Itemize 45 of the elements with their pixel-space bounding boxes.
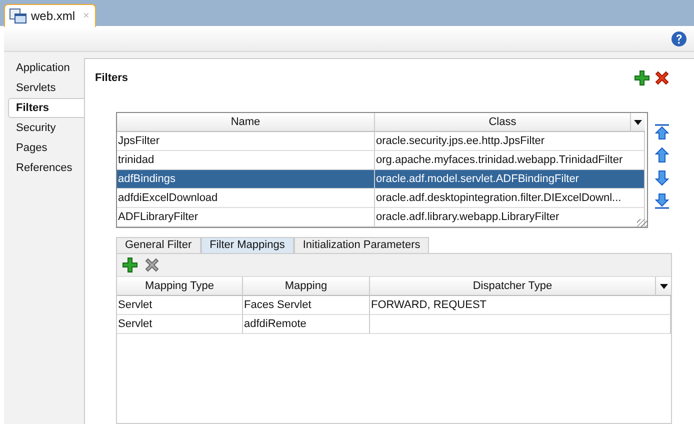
dropdown-icon[interactable] — [633, 118, 643, 126]
tab[interactable]: General Filter — [116, 237, 201, 253]
table-cell[interactable]: oracle.adf.library.webapp.LibraryFilter — [375, 208, 645, 227]
sidebar-item[interactable]: Pages — [4, 138, 84, 158]
sidebar-item[interactable]: Servlets — [4, 78, 84, 98]
table-cell[interactable]: oracle.adf.model.servlet.ADFBindingFilter — [375, 170, 645, 189]
column-menu-button[interactable] — [631, 113, 645, 132]
move-down-icon[interactable] — [654, 170, 670, 186]
column-header[interactable]: Dispatcher Type — [370, 277, 656, 296]
table-cell[interactable]: adfBindings — [117, 170, 375, 189]
move-bottom-icon[interactable] — [654, 193, 670, 209]
table-cell[interactable]: JpsFilter — [117, 132, 375, 151]
table-cell[interactable]: FORWARD, REQUEST — [370, 296, 671, 315]
dropdown-icon[interactable] — [658, 282, 668, 290]
sidebar-item[interactable]: References — [4, 158, 84, 178]
resize-grip-icon[interactable] — [637, 219, 647, 227]
column-header[interactable]: Mapping — [243, 277, 370, 296]
column-header[interactable]: Name — [117, 113, 375, 132]
table-cell[interactable]: Faces Servlet — [243, 296, 370, 315]
sidebar-item[interactable]: Application — [4, 58, 84, 78]
document-icon — [9, 8, 27, 24]
move-top-icon[interactable] — [654, 124, 670, 140]
move-up-icon[interactable] — [654, 147, 670, 163]
column-menu-button[interactable] — [656, 277, 671, 296]
table-cell[interactable]: Servlet — [117, 296, 243, 315]
column-header[interactable]: Class — [375, 113, 631, 132]
sidebar-item[interactable]: Filters — [8, 98, 84, 118]
empty-table-cell[interactable] — [370, 315, 671, 334]
delete-icon[interactable] — [654, 70, 670, 86]
table-cell[interactable]: ADFLibraryFilter — [117, 208, 375, 227]
help-icon[interactable] — [671, 30, 687, 46]
table-cell[interactable]: adfdiExcelDownload — [117, 189, 375, 208]
table-cell[interactable]: Servlet — [117, 315, 243, 334]
tab[interactable]: Initialization Parameters — [294, 237, 430, 253]
editor-tab[interactable]: web.xml × — [4, 4, 96, 27]
sidebar-item[interactable]: Security — [4, 118, 84, 138]
section-title: Filters — [95, 72, 128, 84]
column-header[interactable]: Mapping Type — [117, 277, 243, 296]
add-icon[interactable] — [122, 257, 138, 273]
table-cell[interactable]: adfdiRemote — [243, 315, 370, 334]
add-icon[interactable] — [634, 70, 650, 86]
table-cell[interactable]: oracle.security.jps.ee.http.JpsFilter — [375, 132, 645, 151]
tab-title: web.xml — [31, 9, 76, 23]
table-cell[interactable]: oracle.adf.desktopintegration.filter.DIExcelDownl... — [375, 189, 645, 208]
tab[interactable]: Filter Mappings — [200, 237, 294, 253]
